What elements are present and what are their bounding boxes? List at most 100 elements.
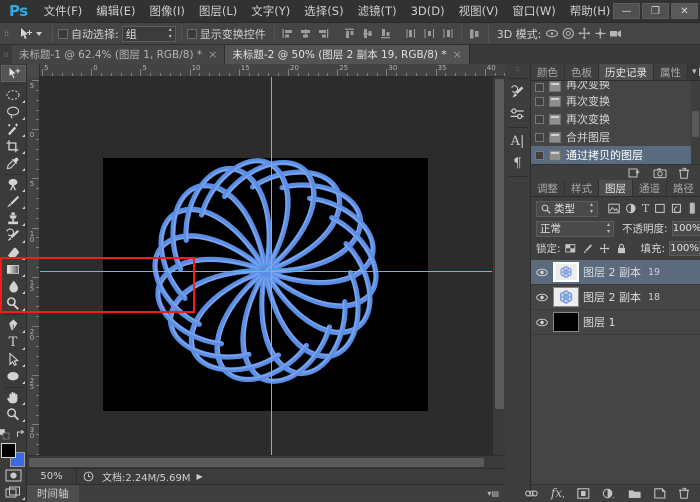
lock-transparency-icon[interactable]: [565, 243, 576, 254]
paragraph-icon[interactable]: ¶: [506, 152, 530, 174]
fill-value-field[interactable]: 100%: [669, 241, 700, 256]
history-brush-tool[interactable]: [1, 227, 26, 244]
menu-3d[interactable]: 3D(D): [404, 1, 452, 21]
align-top-edges-icon[interactable]: [342, 26, 358, 42]
canvas-vertical-scrollbar[interactable]: [492, 77, 505, 455]
lasso-tool[interactable]: [1, 104, 26, 121]
doc-tab-close-icon[interactable]: ×: [208, 48, 217, 61]
align-bottom-edges-icon[interactable]: [378, 26, 394, 42]
new-snapshot-from-state-icon[interactable]: [628, 167, 642, 179]
align-horizontal-centers-icon[interactable]: [298, 26, 314, 42]
auto-select-checkbox[interactable]: [58, 29, 68, 39]
lock-position-icon[interactable]: [599, 243, 610, 254]
show-transform-checkbox[interactable]: [187, 29, 197, 39]
type-filter-icon[interactable]: T: [642, 203, 649, 214]
canvas-hscroll-thumb[interactable]: [29, 458, 484, 467]
blend-mode-dropdown[interactable]: 正常 ▴▾: [536, 221, 614, 237]
hand-tool[interactable]: [1, 389, 26, 406]
tool-preset-chevron-icon[interactable]: [36, 32, 42, 36]
history-scroll-thumb[interactable]: [692, 111, 699, 137]
link-layers-icon[interactable]: [524, 488, 539, 499]
layer-list-empty-area[interactable]: [531, 335, 700, 484]
align-right-edges-icon[interactable]: [316, 26, 332, 42]
history-source-checkbox[interactable]: [535, 115, 544, 124]
menu-window[interactable]: 窗口(W): [505, 0, 562, 22]
swap-colors-icon[interactable]: [16, 429, 27, 440]
adjustment-layer-icon[interactable]: ,: [602, 488, 616, 499]
ruler-corner[interactable]: [27, 64, 40, 77]
tab-adjustments[interactable]: 调整: [531, 180, 565, 196]
tab-paths[interactable]: 路径: [667, 180, 700, 196]
distribute-center-icon[interactable]: [422, 26, 438, 42]
align-vertical-centers-icon[interactable]: [360, 26, 376, 42]
menu-help[interactable]: 帮助(H): [563, 0, 618, 22]
distribute-top-icon[interactable]: [404, 26, 420, 42]
lock-image-icon[interactable]: [582, 243, 593, 254]
menu-view[interactable]: 视图(V): [452, 0, 506, 22]
tab-properties[interactable]: 属性: [654, 64, 688, 80]
layer-visibility-icon[interactable]: [534, 268, 549, 277]
move-tool[interactable]: [1, 65, 26, 82]
doc-tabs-grip[interactable]: ⁞⁞: [0, 45, 12, 64]
gradient-tool[interactable]: [1, 261, 26, 278]
menu-edit[interactable]: 编辑(E): [89, 0, 142, 22]
pen-tool[interactable]: [1, 317, 26, 334]
auto-align-layers-icon[interactable]: [467, 26, 483, 42]
smartobject-filter-icon[interactable]: [671, 203, 683, 214]
history-item[interactable]: 再次变换: [531, 81, 700, 92]
eraser-tool[interactable]: [1, 244, 26, 261]
status-expand-icon[interactable]: ▶: [197, 472, 203, 481]
crop-tool[interactable]: [1, 138, 26, 155]
layer-visibility-icon[interactable]: [534, 318, 549, 327]
adjustment-filter-icon[interactable]: [625, 203, 637, 214]
pixel-filter-icon[interactable]: [608, 203, 620, 214]
default-colors-icon[interactable]: [0, 429, 10, 440]
align-left-edges-icon[interactable]: [280, 26, 296, 42]
quick-selection-tool[interactable]: [1, 121, 26, 138]
layer-thumbnail[interactable]: [553, 262, 579, 282]
menu-filter[interactable]: 滤镜(T): [351, 0, 404, 22]
new-snapshot-icon[interactable]: [653, 167, 667, 179]
history-source-checkbox[interactable]: [535, 133, 544, 142]
3d-rotate-icon[interactable]: [544, 26, 560, 42]
quick-mask-button[interactable]: [1, 467, 26, 484]
3d-pan-icon[interactable]: [576, 26, 592, 42]
brush-tool[interactable]: [1, 193, 26, 210]
tab-channels[interactable]: 通道: [633, 180, 667, 196]
distribute-bottom-icon[interactable]: [440, 26, 456, 42]
delete-layer-icon[interactable]: [678, 487, 690, 499]
layer-filter-kind-dropdown[interactable]: 类型 ▴▾: [536, 201, 598, 217]
doc-tab-2[interactable]: 未标题-2 @ 50% (图层 2 副本 19, RGB/8) *×: [225, 45, 469, 64]
3d-camera-icon[interactable]: [608, 26, 624, 42]
layer-row[interactable]: 图层 2 副本18: [531, 285, 700, 310]
layer-style-fx-icon[interactable]: fx,: [551, 486, 565, 500]
lock-all-icon[interactable]: [616, 243, 627, 254]
history-source-checkbox[interactable]: [535, 83, 544, 92]
screen-mode-button[interactable]: [1, 484, 26, 501]
3d-slide-icon[interactable]: [592, 26, 608, 42]
tab-history[interactable]: 历史记录: [599, 64, 654, 80]
dodge-tool[interactable]: [1, 295, 26, 312]
type-tool[interactable]: T: [1, 334, 26, 351]
menu-image[interactable]: 图像(I): [143, 0, 192, 22]
canvas-stage[interactable]: [40, 77, 505, 455]
character-icon[interactable]: A|: [506, 130, 530, 152]
layer-row[interactable]: 图层 1: [531, 310, 700, 335]
shape-filter-icon[interactable]: [654, 203, 666, 214]
timeline-menu-icon[interactable]: ▾▤: [487, 489, 505, 498]
timeline-tab[interactable]: 时间轴: [27, 485, 79, 502]
options-grip[interactable]: ⁞⁞: [2, 25, 11, 43]
layer-list[interactable]: 图层 2 副本19图层 2 副本18图层 1: [531, 260, 700, 335]
new-group-icon[interactable]: [628, 488, 642, 499]
tab-swatches[interactable]: 色板: [565, 64, 599, 80]
canvas-horizontal-scrollbar[interactable]: [27, 455, 505, 468]
history-item[interactable]: 通过拷贝的图层: [531, 146, 700, 164]
zoom-tool[interactable]: [1, 406, 26, 423]
clone-stamp-tool[interactable]: [1, 210, 26, 227]
layer-visibility-icon[interactable]: [534, 293, 549, 302]
vertical-ruler[interactable]: 5051015202530: [27, 77, 40, 455]
history-brush-icon[interactable]: [506, 81, 530, 103]
doc-tab-1[interactable]: 未标题-1 @ 62.4% (图层 1, RGB/8) *×: [12, 45, 225, 64]
layer-row[interactable]: 图层 2 副本19: [531, 260, 700, 285]
tab-color[interactable]: 颜色: [531, 64, 565, 80]
